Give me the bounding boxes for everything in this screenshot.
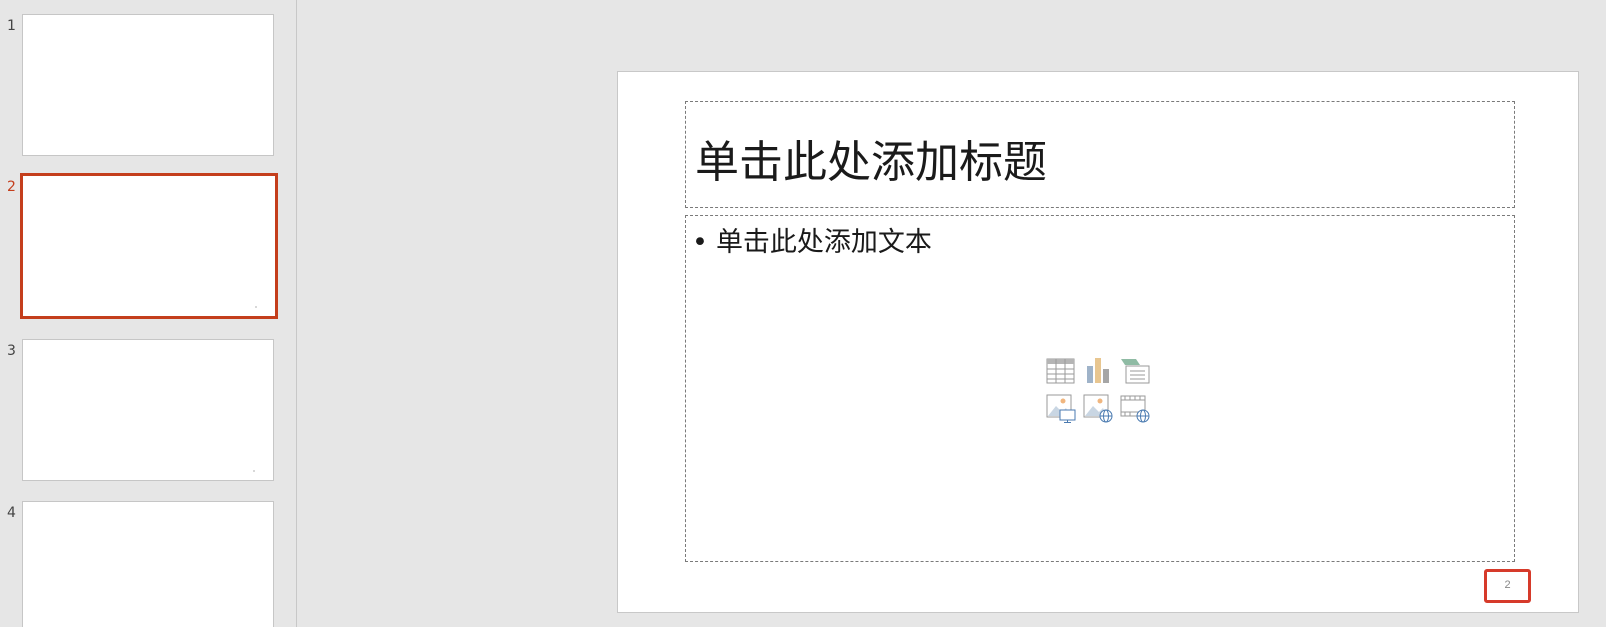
slide-thumbnail-3[interactable]: [22, 339, 274, 481]
picture-icon[interactable]: [1046, 393, 1076, 423]
title-placeholder[interactable]: 单击此处添加标题: [685, 101, 1515, 208]
content-placeholder[interactable]: • 单击此处添加文本: [685, 215, 1515, 562]
thumbnail-row-2: 2: [0, 173, 296, 325]
slide-number-label: 4: [7, 505, 16, 521]
thumbnail-row-3: 3: [0, 339, 296, 489]
slide-thumbnail-1[interactable]: [22, 14, 274, 156]
slide-number-label: 3: [7, 343, 16, 359]
bullet-line: • 单击此处添加文本: [692, 220, 932, 259]
insert-content-icons: [1046, 356, 1156, 428]
content-placeholder-text: 单击此处添加文本: [715, 227, 932, 258]
smartart-icon[interactable]: [1120, 356, 1150, 386]
slide-number-placeholder[interactable]: 2: [1484, 569, 1531, 603]
slide-number-text: 2: [1504, 579, 1511, 591]
thumbnail-slide-number-mark: [255, 306, 257, 308]
video-icon[interactable]: [1120, 393, 1150, 423]
slide-thumbnail-4[interactable]: [22, 501, 274, 627]
title-placeholder-text: 单击此处添加标题: [695, 137, 1047, 188]
thumbnail-slide-number-mark: [253, 470, 255, 472]
online-picture-icon[interactable]: [1083, 393, 1113, 423]
slide-thumbnail-panel: 1 2 3 4: [0, 0, 297, 627]
thumbnail-row-1: 1: [0, 14, 296, 164]
table-icon[interactable]: [1046, 356, 1076, 386]
thumbnail-row-4: 4: [0, 501, 296, 627]
slide-number-label: 1: [7, 18, 16, 34]
slide-thumbnail-2[interactable]: [20, 173, 278, 319]
chart-icon[interactable]: [1083, 356, 1113, 386]
slide-number-label: 2: [7, 179, 16, 195]
bullet-point: •: [692, 227, 708, 258]
slide-canvas: 单击此处添加标题 • 单击此处添加文本 2: [617, 71, 1579, 613]
